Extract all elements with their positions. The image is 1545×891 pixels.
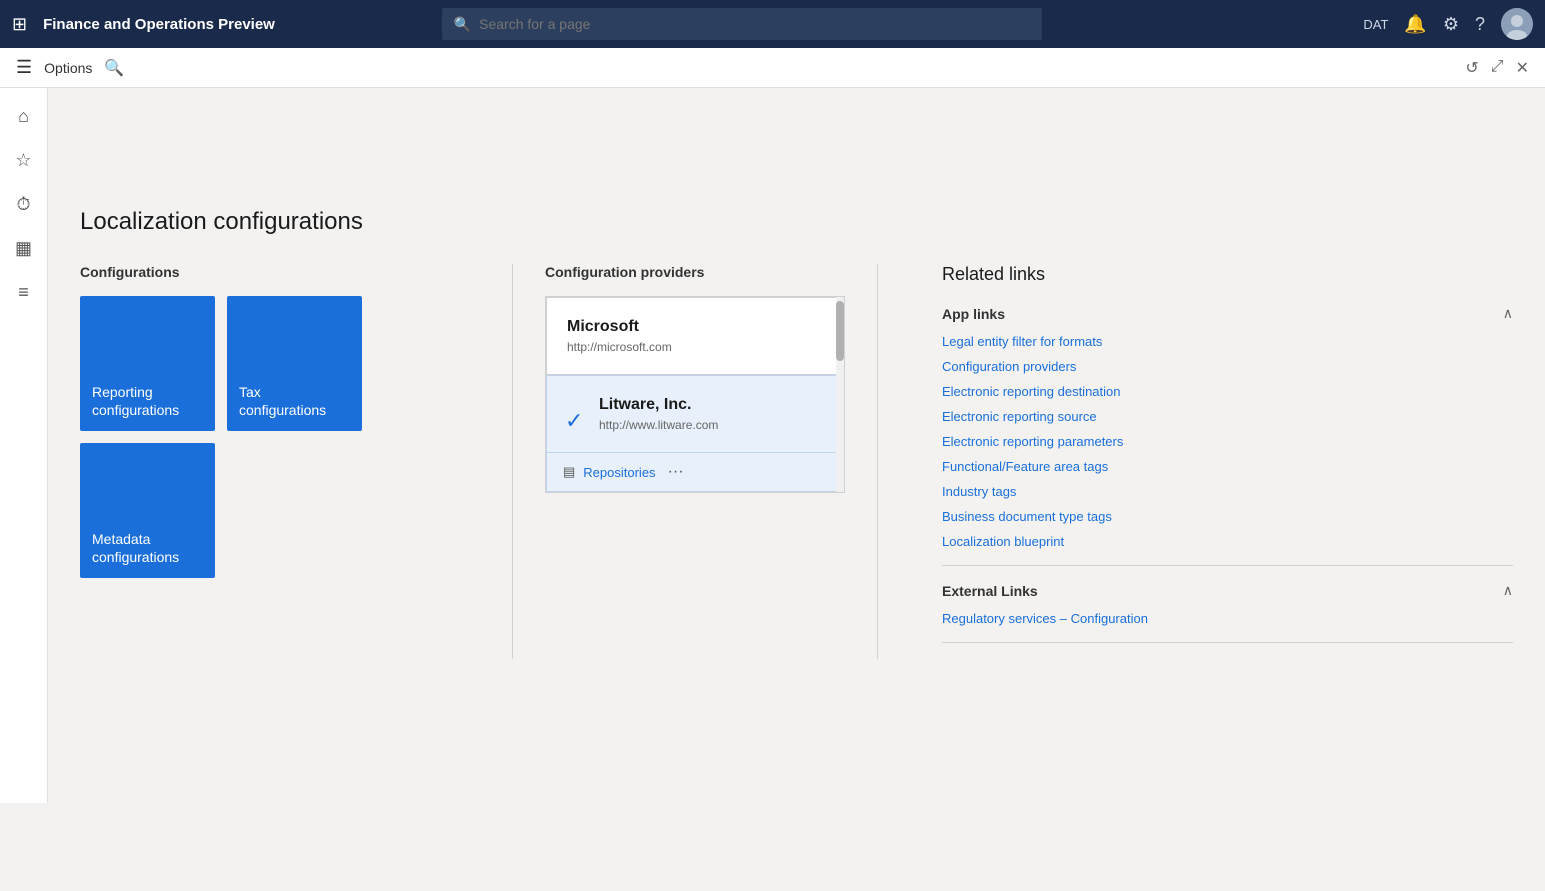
provider-card-microsoft[interactable]: Microsoft http://microsoft.com [546,297,844,375]
section-divider-1 [512,264,513,659]
link-electronic-reporting-destination[interactable]: Electronic reporting destination [942,384,1513,399]
link-regulatory-services-configuration[interactable]: Regulatory services – Configuration [942,611,1513,626]
main-content: Localization configurations Configuratio… [48,176,1545,891]
app-links-title: App links [942,306,1005,322]
sidebar-item-home[interactable]: ⌂ [4,96,44,136]
repositories-link[interactable]: Repositories [583,465,655,480]
external-links-collapse-icon[interactable]: ∧ [1503,582,1513,599]
links-divider-2 [942,642,1513,643]
scrollbar-thumb [836,301,844,361]
configurations-section: Configurations Reporting configurations … [80,264,480,659]
avatar[interactable] [1501,8,1533,40]
sidebar-item-workspaces[interactable]: ▦ [4,228,44,268]
provider-url-litware: http://www.litware.com [567,418,823,432]
configurations-heading: Configurations [80,264,480,280]
repositories-icon: ▤ [563,464,575,480]
section-divider-2 [877,264,878,659]
options-label: Options [44,60,92,76]
reporting-configurations-tile[interactable]: Reporting configurations [80,296,215,431]
active-check-icon: ✓ [565,408,583,434]
provider-card-litware[interactable]: ✓ Litware, Inc. http://www.litware.com [546,375,844,453]
external-links-header: External Links ∧ [942,582,1513,599]
link-industry-tags[interactable]: Industry tags [942,484,1513,499]
app-links-collapse-icon[interactable]: ∧ [1503,305,1513,322]
link-legal-entity-filter[interactable]: Legal entity filter for formats [942,334,1513,349]
links-divider [942,565,1513,566]
settings-icon[interactable]: ⚙ [1443,14,1459,35]
providers-heading: Configuration providers [545,264,845,280]
top-nav: ⊞ Finance and Operations Preview 🔍 DAT 🔔… [0,0,1545,48]
reload-icon[interactable]: ↺ [1465,58,1478,78]
link-electronic-reporting-source[interactable]: Electronic reporting source [942,409,1513,424]
sidebar-item-modules[interactable]: ≡ [4,272,44,312]
content-grid: Configurations Reporting configurations … [80,264,1513,659]
provider-name-microsoft: Microsoft [567,318,823,336]
open-new-icon[interactable]: ⤢ [1491,58,1504,78]
external-links-title: External Links [942,583,1038,599]
provider-name-litware: Litware, Inc. [567,396,823,414]
search-bar[interactable]: 🔍 [442,8,1042,40]
nav-right: DAT 🔔 ⚙ ? [1363,8,1533,40]
providers-section: Configuration providers Microsoft http:/… [545,264,845,659]
link-configuration-providers[interactable]: Configuration providers [942,359,1513,374]
help-icon[interactable]: ? [1475,14,1485,35]
notification-icon[interactable]: 🔔 [1404,14,1426,35]
link-business-document-type-tags[interactable]: Business document type tags [942,509,1513,524]
dat-label: DAT [1363,17,1388,32]
related-links-title: Related links [942,264,1513,285]
close-icon[interactable]: ✕ [1516,58,1529,78]
page-title: Localization configurations [80,208,1513,236]
search-icon: 🔍 [454,16,471,33]
more-actions-icon[interactable]: ··· [668,463,684,481]
link-functional-feature-area-tags[interactable]: Functional/Feature area tags [942,459,1513,474]
tax-configurations-tile[interactable]: Tax configurations [227,296,362,431]
grid-icon[interactable]: ⊞ [12,14,27,35]
subnav-search-icon[interactable]: 🔍 [104,58,124,78]
sidebar-item-favorites[interactable]: ☆ [4,140,44,180]
link-electronic-reporting-parameters[interactable]: Electronic reporting parameters [942,434,1513,449]
app-title: Finance and Operations Preview [43,16,275,33]
sidebar-item-recent[interactable]: ⏱ [4,184,44,224]
subnav-right-actions: ↺ ⤢ ✕ [1465,58,1529,78]
link-localization-blueprint[interactable]: Localization blueprint [942,534,1513,549]
related-links-section: Related links App links ∧ Legal entity f… [910,264,1513,659]
sub-nav: ☰ Options 🔍 ↺ ⤢ ✕ [0,48,1545,88]
metadata-configurations-tile[interactable]: Metadata configurations [80,443,215,578]
search-input[interactable] [479,16,1030,32]
provider-url-microsoft: http://microsoft.com [567,340,823,354]
hamburger-icon[interactable]: ☰ [16,57,32,78]
config-tiles: Reporting configurations Tax configurati… [80,296,480,578]
providers-scrollbar[interactable] [836,297,844,492]
external-links-group: External Links ∧ Regulatory services – C… [942,582,1513,626]
left-sidebar: ⌂ ☆ ⏱ ▦ ≡ [0,88,48,803]
providers-list: Microsoft http://microsoft.com ✓ Litware… [545,296,845,493]
app-links-header: App links ∧ [942,305,1513,322]
provider-actions: ▤ Repositories ··· [546,453,844,492]
